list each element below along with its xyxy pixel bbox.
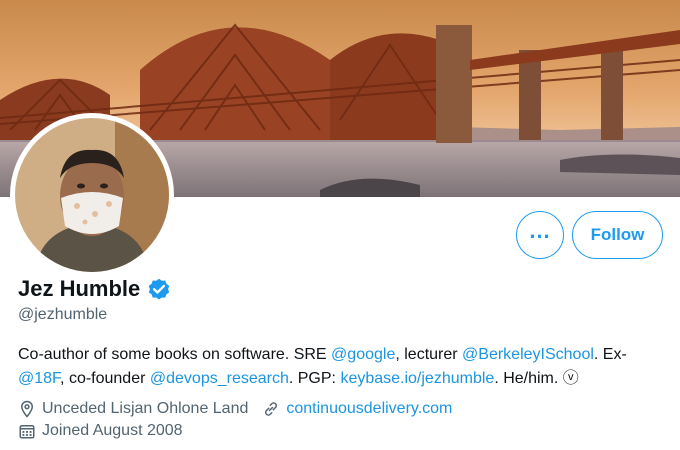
bio-text: . Ex- — [593, 346, 627, 363]
mention-link-berkeleyischool[interactable]: @BerkeleyISchool — [462, 346, 594, 363]
calendar-icon — [18, 422, 36, 440]
user-handle: @jezhumble — [18, 306, 108, 323]
mention-link-devops-research[interactable]: @devops_research — [150, 370, 289, 387]
mention-link-google[interactable]: @google — [331, 346, 395, 363]
joined-date-text: Joined August 2008 — [42, 422, 183, 439]
bio-text: . He/him. — [494, 370, 563, 387]
display-name: Jez Humble — [18, 276, 141, 301]
keybase-link[interactable]: keybase.io/jezhumble — [340, 370, 494, 387]
location-text: Unceded Lisjan Ohlone Land — [42, 400, 249, 417]
profile-bio: Co-author of some books on software. SRE… — [18, 343, 668, 391]
more-options-label: ... — [529, 218, 551, 243]
profile-meta-row: Unceded Lisjan Ohlone Land continuousdel… — [18, 400, 452, 418]
bio-text: , co-founder — [60, 370, 150, 387]
bio-text: Co-author of some books on software. SRE — [18, 346, 332, 363]
more-options-button[interactable]: ... — [516, 211, 564, 259]
avatar-frame[interactable] — [10, 113, 174, 277]
vegan-symbol: ⓥ — [562, 370, 579, 387]
bio-text: . PGP: — [288, 370, 341, 387]
avatar[interactable] — [15, 118, 169, 272]
location-pin-icon — [18, 400, 36, 418]
verified-badge-icon — [146, 276, 172, 302]
follow-button[interactable]: Follow — [572, 211, 663, 259]
mention-link-18f[interactable]: @18F — [18, 370, 60, 387]
name-row: Jez Humble — [18, 276, 172, 302]
bio-text: , lecturer — [395, 346, 463, 363]
website-link[interactable]: continuousdelivery.com — [286, 400, 452, 418]
avatar-image — [15, 118, 169, 272]
link-icon — [262, 400, 280, 418]
profile-joined-row: Joined August 2008 — [18, 422, 183, 440]
